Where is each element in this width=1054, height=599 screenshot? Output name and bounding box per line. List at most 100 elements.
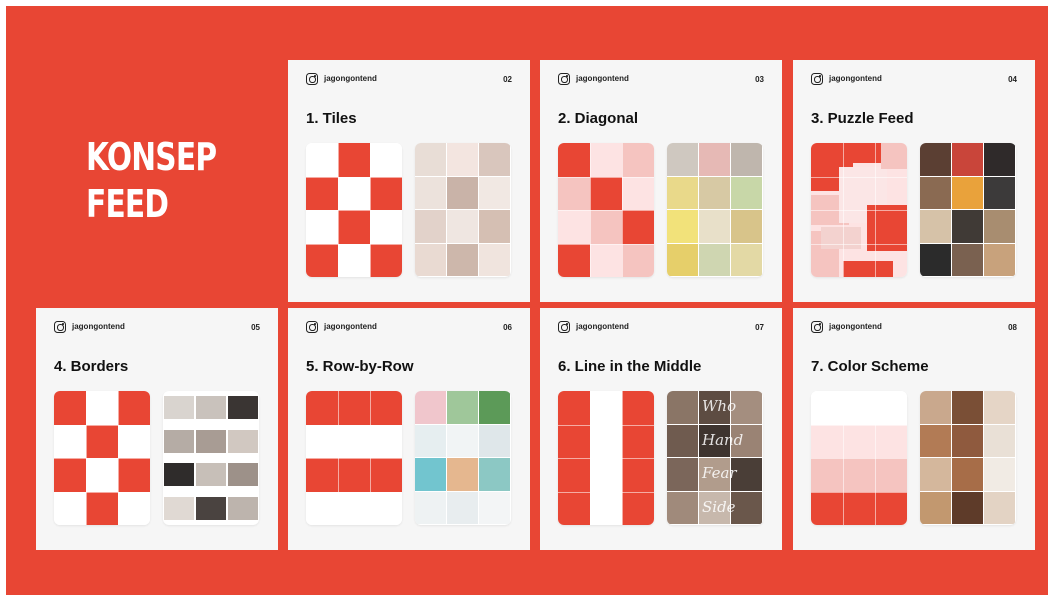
grid-cell bbox=[370, 424, 402, 458]
grid-cell bbox=[54, 391, 86, 425]
grid-cell bbox=[86, 491, 118, 525]
grid-line bbox=[306, 424, 402, 426]
puzzle-shape bbox=[853, 143, 881, 163]
grid-cell bbox=[338, 176, 370, 210]
page-title-line-1: KONSEP bbox=[86, 135, 217, 179]
photo-tile bbox=[479, 143, 510, 176]
feed-photo-mockup bbox=[920, 391, 1016, 525]
grid-cell bbox=[338, 143, 370, 177]
photo-tile bbox=[667, 391, 698, 424]
photo-word: Hand bbox=[702, 430, 744, 449]
photo-tile bbox=[447, 143, 478, 176]
grid-cell bbox=[86, 391, 118, 425]
grid-cell bbox=[558, 210, 590, 244]
feed-photo-mockup bbox=[415, 143, 511, 277]
photo-tile bbox=[667, 458, 698, 491]
grid-cell bbox=[843, 391, 875, 425]
grid-cell bbox=[622, 176, 654, 210]
grid-cell bbox=[590, 391, 622, 425]
photo-tile bbox=[415, 143, 446, 176]
photo-tile bbox=[164, 496, 194, 520]
grid-cell bbox=[338, 210, 370, 244]
grid-cell bbox=[306, 491, 338, 525]
photo-tile bbox=[920, 143, 951, 176]
photo-tile bbox=[699, 210, 730, 243]
photo-tile bbox=[667, 491, 698, 524]
grid-cell bbox=[370, 243, 402, 277]
concept-card: jagongontend 06 5. Row-by-Row bbox=[288, 308, 530, 550]
page-number: 08 bbox=[1008, 323, 1017, 332]
photo-tile bbox=[228, 429, 258, 453]
photo-tile bbox=[667, 243, 698, 276]
instagram-icon bbox=[306, 73, 318, 85]
grid-line bbox=[811, 210, 907, 211]
instagram-icon bbox=[811, 321, 823, 333]
grid-line bbox=[54, 424, 150, 426]
grid-cell bbox=[843, 424, 875, 458]
photo-tile bbox=[920, 391, 951, 424]
photo-tile bbox=[699, 176, 730, 209]
card-title: 3. Puzzle Feed bbox=[811, 110, 914, 127]
instagram-icon bbox=[811, 73, 823, 85]
instagram-icon bbox=[558, 73, 570, 85]
grid-cell bbox=[811, 458, 843, 492]
photo-tile bbox=[952, 210, 983, 243]
concept-card: jagongontend 02 1. Tiles bbox=[288, 60, 530, 302]
grid-cell bbox=[118, 391, 150, 425]
grid-line bbox=[54, 491, 150, 493]
feed-photo-mockup bbox=[920, 143, 1016, 277]
grid-cell bbox=[306, 391, 338, 425]
photo-tile bbox=[415, 391, 446, 424]
instagram-icon bbox=[54, 321, 66, 333]
photo-tile bbox=[447, 424, 478, 457]
grid-cell bbox=[306, 458, 338, 492]
grid-cell bbox=[370, 458, 402, 492]
grid-cell bbox=[811, 424, 843, 458]
instagram-icon bbox=[306, 321, 318, 333]
grid-cell bbox=[86, 424, 118, 458]
photo-tile bbox=[920, 424, 951, 457]
card-title: 4. Borders bbox=[54, 358, 129, 375]
page-number: 03 bbox=[755, 75, 764, 84]
grid-cell bbox=[622, 210, 654, 244]
grid-cell bbox=[370, 391, 402, 425]
page-number: 02 bbox=[503, 75, 512, 84]
grid-line bbox=[306, 176, 402, 178]
grid-line bbox=[558, 176, 654, 178]
photo-tile bbox=[447, 391, 478, 424]
photo-tile bbox=[447, 243, 478, 276]
account-handle: jagongontend bbox=[324, 74, 377, 83]
grid-line bbox=[811, 491, 907, 493]
grid-cell bbox=[54, 458, 86, 492]
grid-line bbox=[306, 491, 402, 493]
photo-tile bbox=[952, 491, 983, 524]
photo-tile bbox=[952, 391, 983, 424]
page-number: 07 bbox=[755, 323, 764, 332]
grid-cell bbox=[622, 491, 654, 525]
photo-tile bbox=[415, 210, 446, 243]
grid-line bbox=[558, 210, 654, 211]
card-header: jagongontend 08 bbox=[811, 321, 1017, 335]
feed-grid-mockup bbox=[306, 391, 402, 525]
photo-tile bbox=[447, 210, 478, 243]
photo-tile bbox=[415, 176, 446, 209]
grid-cell bbox=[843, 491, 875, 525]
concept-card: jagongontend 07 6. Line in the Middle Who Ha… bbox=[540, 308, 782, 550]
grid-cell bbox=[118, 491, 150, 525]
grid-cell bbox=[590, 458, 622, 492]
photo-tile bbox=[952, 176, 983, 209]
grid-cell bbox=[590, 491, 622, 525]
concept-card: jagongontend 04 3. Puzzle Feed bbox=[793, 60, 1035, 302]
photo-tile bbox=[479, 176, 510, 209]
photo-tile bbox=[984, 391, 1015, 424]
grid-cell bbox=[370, 143, 402, 177]
feed-grid-mockup bbox=[811, 143, 907, 277]
feed-grid-mockup bbox=[558, 143, 654, 277]
card-header: jagongontend 05 bbox=[54, 321, 260, 335]
photo-tile bbox=[667, 143, 698, 176]
grid-cell bbox=[558, 491, 590, 525]
grid-cell bbox=[338, 391, 370, 425]
photo-tile bbox=[479, 243, 510, 276]
grid-cell bbox=[306, 176, 338, 210]
photo-tile bbox=[479, 424, 510, 457]
